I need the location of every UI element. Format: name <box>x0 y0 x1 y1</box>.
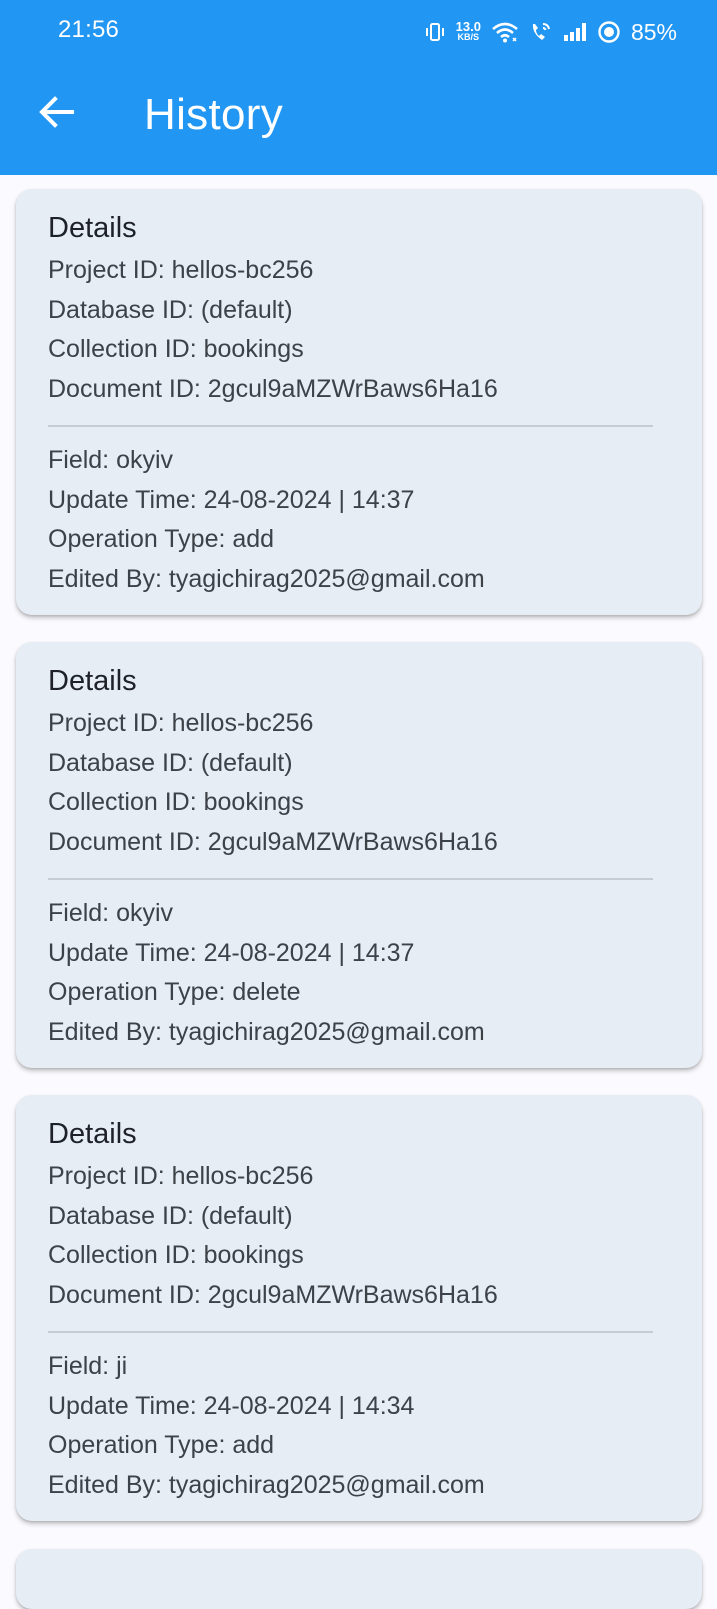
field-name: Field: ji <box>48 1352 128 1380</box>
page-title: History <box>144 90 283 139</box>
wifi-calling-icon <box>529 21 553 43</box>
operation-type: Operation Type: add <box>48 1431 275 1459</box>
field-name: Field: okyiv <box>48 899 174 927</box>
status-time: 21:56 <box>58 16 120 43</box>
collection-id: Collection ID: bookings <box>48 788 304 816</box>
status-icons: 13.0 KB/S 85% <box>424 16 677 48</box>
project-id: Project ID: hellos-bc256 <box>48 256 314 284</box>
app-bar: History <box>0 68 717 175</box>
net-speed: 13.0 KB/S <box>455 19 481 42</box>
document-id: Document ID: 2gcul9aMZWrBaws6Ha16 <box>48 827 498 856</box>
wifi-icon <box>491 21 519 43</box>
database-id: Database ID: (default) <box>48 295 293 324</box>
card-title: Details <box>48 1118 137 1150</box>
collection-id: Collection ID: bookings <box>48 335 304 363</box>
document-id: Document ID: 2gcul9aMZWrBaws6Ha16 <box>48 1280 498 1309</box>
card-divider <box>48 1331 653 1333</box>
history-card[interactable]: Details Project ID: hellos-bc256 Databas… <box>16 1095 702 1521</box>
project-id: Project ID: hellos-bc256 <box>48 709 314 737</box>
collection-id: Collection ID: bookings <box>48 1241 304 1269</box>
battery-level: 85% <box>630 18 677 45</box>
database-id: Database ID: (default) <box>48 1201 293 1230</box>
history-card-partial[interactable] <box>16 1549 702 1609</box>
card-divider <box>48 878 653 880</box>
edited-by: Edited By: tyagichirag2025@gmail.com <box>48 564 485 593</box>
edited-by: Edited By: tyagichirag2025@gmail.com <box>48 1017 485 1046</box>
net-speed-unit: KB/S <box>457 32 480 42</box>
operation-type: Operation Type: delete <box>48 978 301 1006</box>
update-time: Update Time: 24-08-2024 | 14:37 <box>48 938 415 967</box>
update-time: Update Time: 24-08-2024 | 14:37 <box>48 485 415 514</box>
project-id: Project ID: hellos-bc256 <box>48 1162 314 1190</box>
edited-by: Edited By: tyagichirag2025@gmail.com <box>48 1470 485 1499</box>
top-bar: 21:56 13.0 KB/S 85% History <box>0 0 717 175</box>
document-id: Document ID: 2gcul9aMZWrBaws6Ha16 <box>48 374 498 403</box>
status-bar: 21:56 13.0 KB/S 85% <box>0 0 717 68</box>
field-name: Field: okyiv <box>48 446 174 474</box>
net-speed-value: 13.0 <box>455 19 481 34</box>
vibrate-icon <box>424 21 446 43</box>
operation-type: Operation Type: add <box>48 525 275 553</box>
card-divider <box>48 425 653 427</box>
signal-icon <box>563 22 587 42</box>
history-card[interactable]: Details Project ID: hellos-bc256 Databas… <box>16 642 702 1068</box>
update-time: Update Time: 24-08-2024 | 14:34 <box>48 1391 415 1420</box>
card-title: Details <box>48 665 137 697</box>
database-id: Database ID: (default) <box>48 748 293 777</box>
arrow-left-icon <box>38 95 74 133</box>
card-title: Details <box>48 212 137 244</box>
history-card[interactable]: Details Project ID: hellos-bc256 Databas… <box>16 189 702 615</box>
battery-saver-icon <box>597 20 621 44</box>
back-button[interactable] <box>30 88 82 140</box>
